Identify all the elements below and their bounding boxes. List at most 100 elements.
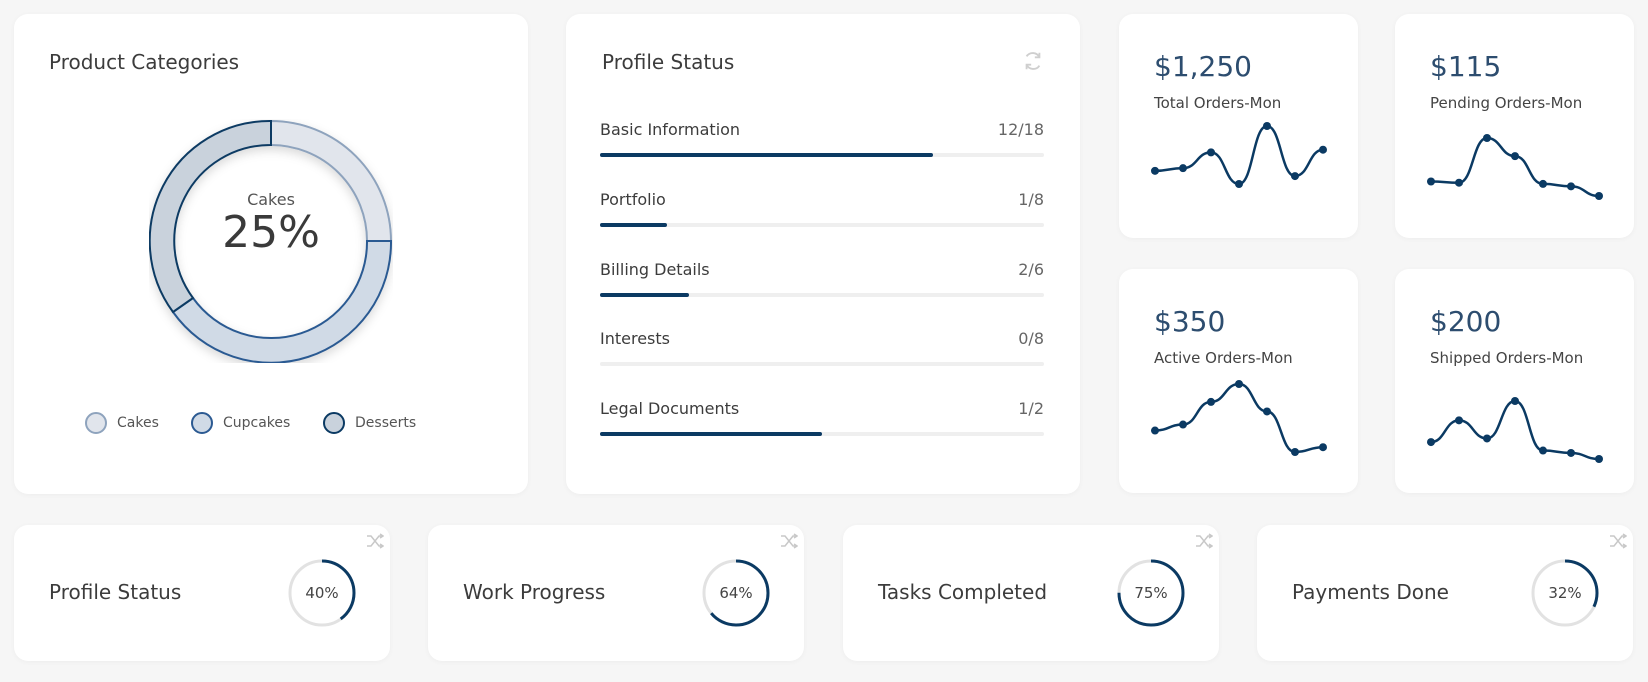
profile-status-label: Portfolio — [600, 190, 666, 209]
shuffle-icon[interactable] — [366, 533, 384, 549]
profile-status-row: Portfolio 1/8 — [600, 190, 1044, 230]
legend-label: Desserts — [355, 415, 417, 431]
sparkline-point — [1263, 122, 1271, 130]
stat-label: Total Orders-Mon — [1154, 94, 1282, 112]
stat-value: $350 — [1154, 305, 1226, 338]
circle-outline-icon — [191, 412, 213, 434]
profile-status-title: Profile Status — [602, 50, 735, 74]
sparkline — [1151, 122, 1327, 188]
circle-outline-icon — [323, 412, 345, 434]
sparkline-point — [1427, 177, 1435, 186]
progress-ring-label: 75% — [1134, 584, 1168, 602]
legend-item-desserts[interactable]: Desserts — [323, 412, 416, 434]
sparkline-point — [1511, 397, 1519, 405]
summary-card-title: Profile Status — [49, 580, 182, 604]
progress-fill — [600, 432, 822, 436]
circle-outline-icon — [85, 412, 107, 434]
summary-card-title: Work Progress — [463, 580, 606, 604]
sparkline-point — [1567, 448, 1575, 457]
progress-fill — [600, 223, 667, 227]
profile-status-label: Basic Information — [600, 120, 741, 139]
progress-track — [600, 223, 1044, 227]
stat-label: Pending Orders-Mon — [1430, 94, 1583, 112]
shuffle-icon[interactable] — [1195, 533, 1213, 549]
summary-card-work-progress[interactable]: Work Progress 64% — [428, 525, 804, 661]
profile-status-row: Interests 0/8 — [600, 329, 1044, 369]
sparkline-point — [1207, 397, 1215, 406]
profile-status-row: Billing Details 2/6 — [600, 260, 1044, 300]
sparkline — [1427, 134, 1603, 200]
stat-value: $1,250 — [1154, 50, 1252, 83]
sparkline-point — [1511, 152, 1519, 161]
stat-card-active-orders[interactable]: $350 Active Orders-Mon — [1119, 269, 1358, 493]
progress-ring-label: 40% — [305, 584, 339, 602]
donut-center-value: 25% — [222, 207, 320, 258]
profile-status-count: 0/8 — [1018, 329, 1044, 348]
sparkline-point — [1455, 178, 1463, 187]
sparkline-point — [1235, 380, 1243, 388]
progress-ring-label: 64% — [719, 584, 753, 602]
sparkline-point — [1427, 438, 1435, 447]
donut-segment-cupcakes[interactable] — [171, 240, 393, 363]
profile-status-label: Billing Details — [600, 260, 710, 279]
stat-card-shipped-orders[interactable]: $200 Shipped Orders-Mon — [1395, 269, 1634, 493]
progress-ring-label: 32% — [1548, 584, 1582, 602]
shuffle-icon[interactable] — [1609, 533, 1627, 549]
progress-track — [600, 362, 1044, 366]
shuffle-icon[interactable] — [780, 533, 798, 549]
summary-card-payments-done[interactable]: Payments Done 32% — [1257, 525, 1633, 661]
sparkline-point — [1319, 443, 1327, 452]
sparkline-point — [1483, 434, 1491, 443]
sparkline-point — [1539, 446, 1547, 455]
summary-card-title: Tasks Completed — [878, 580, 1048, 604]
stat-label: Active Orders-Mon — [1154, 349, 1293, 367]
sparkline-point — [1595, 455, 1603, 463]
progress-track — [600, 432, 1044, 436]
profile-status-card: Profile Status Basic Information 12/18 P… — [566, 14, 1080, 494]
sparkline-point — [1567, 182, 1575, 191]
sparkline-point — [1483, 134, 1491, 142]
sparkline-point — [1179, 164, 1187, 173]
progress-fill — [600, 153, 933, 157]
sparkline-point — [1595, 192, 1603, 200]
summary-card-tasks-completed[interactable]: Tasks Completed 75% — [843, 525, 1219, 661]
summary-card-profile-status[interactable]: Profile Status 40% — [14, 525, 390, 661]
profile-status-count: 12/18 — [997, 120, 1044, 139]
profile-status-count: 2/6 — [1018, 260, 1044, 279]
sparkline-point — [1291, 172, 1299, 181]
stat-label: Shipped Orders-Mon — [1430, 349, 1584, 367]
product-categories-card: Product Categories Cakes 25% Cakes Cupca… — [14, 14, 528, 494]
sparkline-point — [1151, 426, 1159, 435]
stat-card-total-orders[interactable]: $1,250 Total Orders-Mon — [1119, 14, 1358, 238]
profile-status-label: Legal Documents — [600, 399, 740, 418]
sparkline-point — [1151, 166, 1159, 175]
progress-fill — [600, 293, 689, 297]
sparkline — [1427, 397, 1603, 463]
sparkline-point — [1235, 180, 1243, 188]
product-categories-title: Product Categories — [49, 50, 240, 74]
sparkline — [1151, 380, 1327, 456]
sparkline-point — [1291, 448, 1299, 456]
stat-card-pending-orders[interactable]: $115 Pending Orders-Mon — [1395, 14, 1634, 238]
stat-value: $115 — [1430, 50, 1502, 83]
progress-track — [600, 293, 1044, 297]
legend-item-cakes[interactable]: Cakes — [85, 412, 159, 434]
profile-status-count: 1/2 — [1018, 399, 1044, 418]
legend-label: Cakes — [117, 415, 159, 431]
stat-value: $200 — [1430, 305, 1502, 338]
profile-status-label: Interests — [600, 329, 670, 348]
profile-status-row: Legal Documents 1/2 — [600, 399, 1044, 439]
legend-label: Cupcakes — [223, 415, 291, 431]
sparkline-point — [1319, 145, 1327, 154]
sparkline-point — [1539, 179, 1547, 188]
profile-status-count: 1/8 — [1018, 190, 1044, 209]
profile-status-row: Basic Information 12/18 — [600, 120, 1044, 160]
legend-item-cupcakes[interactable]: Cupcakes — [191, 412, 290, 434]
refresh-icon[interactable] — [1022, 50, 1044, 72]
sparkline-point — [1179, 420, 1187, 429]
sparkline-point — [1207, 148, 1215, 157]
sparkline-point — [1455, 416, 1463, 425]
summary-card-title: Payments Done — [1292, 580, 1449, 604]
progress-track — [600, 153, 1044, 157]
sparkline-point — [1263, 407, 1271, 416]
